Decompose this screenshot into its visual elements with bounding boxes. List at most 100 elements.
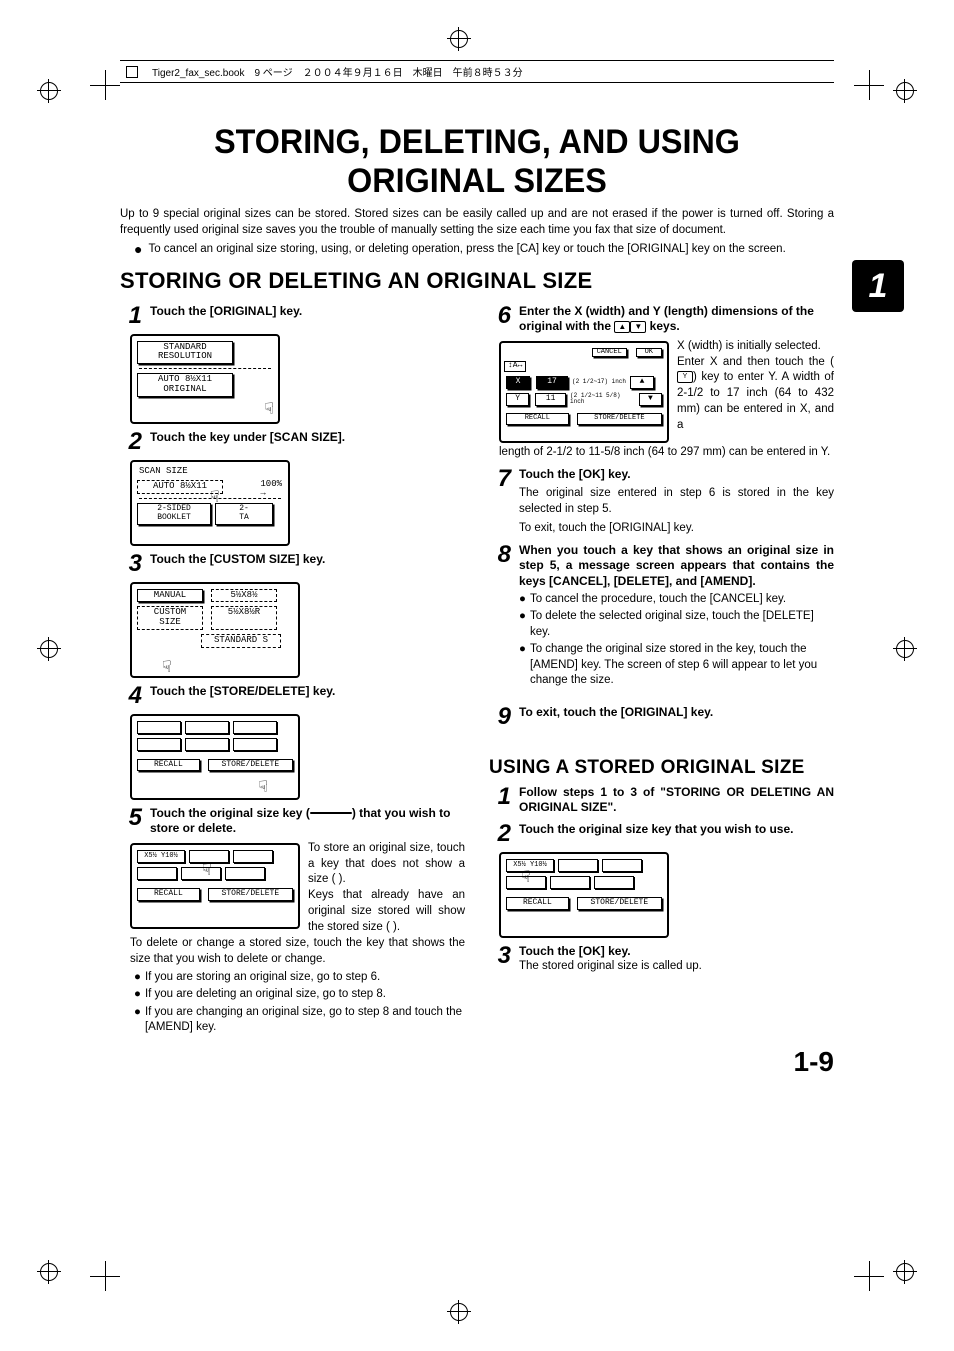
lcd-y-btn: Y [506, 393, 529, 406]
bullet-item: ●If you are changing an original size, g… [134, 1005, 465, 1036]
step-body-text: To exit, touch the [ORIGINAL] key. [519, 521, 834, 537]
step-6-below-text: length of 2-1/2 to 11-5/8 inch (64 to 29… [499, 445, 834, 461]
up-arrow-icon: ▲ [630, 376, 654, 389]
two-column-layout: 1 Touch the [ORIGINAL] key. STANDARDRESO… [120, 298, 834, 1038]
intro-bullet: ● To cancel an original size storing, us… [134, 242, 834, 258]
step-2: 2 Touch the key under [SCAN SIZE]. [120, 430, 465, 454]
intro-paragraph: Up to 9 special original sizes can be st… [120, 207, 834, 238]
header-strip-text: Tiger2_fax_sec.book 9 ページ ２００４年９月１６日 木曜日… [152, 64, 523, 79]
step-6-side-text: X (width) is initially selected. Enter X… [677, 339, 834, 445]
lcd-empty-slot [189, 850, 229, 863]
lcd-empty-slot [185, 738, 229, 751]
using-step-3: 3 Touch the [OK] key. The stored origina… [489, 944, 834, 975]
lcd-store-delete-btn: STORE/DELETE [208, 759, 293, 772]
step-1: 1 Touch the [ORIGINAL] key. [120, 304, 465, 328]
step-title: Touch the original size key ( ) that you… [150, 806, 450, 836]
lcd-empty-slot [233, 738, 277, 751]
step-title: To exit, touch the [ORIGINAL] key. [519, 705, 713, 719]
lcd-x-range: (2 1/2~17) inch [572, 379, 626, 386]
step-7: 7 Touch the [OK] key. The original size … [489, 467, 834, 537]
lcd-y-value: 11 [535, 393, 566, 406]
lcd-custom-btn: CUSTOM SIZE [137, 606, 203, 630]
figure-lcd-7: X5½ Y10½ RECALL STORE/DELETE ☟ [499, 852, 669, 938]
reg-mark-icon [40, 82, 58, 100]
cropmark-icon [854, 1261, 884, 1291]
step-number: 8 [489, 543, 511, 567]
step-number: 3 [120, 552, 142, 576]
step-title: Follow steps 1 to 3 of "STORING OR DELET… [519, 785, 834, 816]
lcd-size-preview: ↕A↔ [504, 361, 526, 372]
step-5-side-text: To store an original size, touch a key t… [308, 841, 465, 936]
section-title-using: USING A STORED ORIGINAL SIZE [489, 757, 834, 779]
lcd-recall-btn: RECALL [137, 759, 200, 772]
reg-mark-icon [896, 1263, 914, 1281]
figure-lcd-5: X5½ Y10½ RECALL STORE/DELETE ☟ [130, 843, 300, 934]
bullet-item: ●To change the original size stored in t… [519, 642, 834, 689]
lcd-empty-slot [137, 738, 181, 751]
step-body-text: The original size entered in step 6 is s… [519, 486, 834, 517]
lcd-empty-slot [594, 876, 634, 889]
bullet-dot-icon: ● [134, 242, 142, 258]
lcd-standard-btn: STANDARDRESOLUTION [137, 341, 233, 365]
hand-pointer-icon: ☟ [521, 870, 531, 888]
step-number: 6 [489, 304, 511, 328]
lcd-empty-slot [602, 859, 642, 872]
step-title: Touch the [OK] key. [519, 944, 631, 958]
step-6: 6 Enter the X (width) and Y (length) dim… [489, 304, 834, 335]
reg-mark-icon [40, 640, 58, 658]
hand-pointer-icon: ☟ [210, 490, 220, 508]
up-arrow-icon: ▲ [614, 321, 630, 333]
lcd-store-delete-btn: STORE/DELETE [577, 413, 662, 425]
step-5: 5 Touch the original size key ( ) that y… [120, 806, 465, 837]
reg-mark-icon [450, 1303, 468, 1321]
lcd-size-opt: 5½X8½R [211, 606, 277, 630]
section-title-storing: STORING OR DELETING AN ORIGINAL SIZE [120, 268, 834, 294]
bullet-item: ●To delete the selected original size, t… [519, 609, 834, 640]
page-body: Tiger2_fax_sec.book 9 ページ ２００４年９月１６日 木曜日… [120, 60, 834, 1038]
lcd-size-opt: 5½X8½ [211, 589, 277, 603]
reg-mark-icon [896, 640, 914, 658]
step-number: 3 [489, 944, 511, 968]
step-body-text: The stored original size is called up. [519, 959, 834, 975]
book-icon [126, 66, 138, 78]
step-number: 9 [489, 705, 511, 729]
bullet-item: ●If you are storing an original size, go… [134, 970, 465, 986]
lcd-store-delete-btn: STORE/DELETE [577, 897, 662, 910]
step-body-text: Keys that already have an original size … [308, 889, 465, 933]
figure-lcd-4: RECALL STORE/DELETE ☟ [130, 714, 300, 800]
lcd-y-range: (2 1/2~11 5/8) inch [570, 393, 635, 406]
using-step-1: 1 Follow steps 1 to 3 of "STORING OR DEL… [489, 785, 834, 816]
step-5-below-text: To delete or change a stored size, touch… [130, 936, 465, 968]
step-number: 2 [489, 822, 511, 846]
lcd-manual-btn: MANUAL [137, 589, 203, 603]
figure-lcd-2: SCAN SIZE AUTO 8½X11 100%→ 2-SIDED BOOKL… [130, 460, 290, 546]
reg-mark-icon [40, 1263, 58, 1281]
step-4: 4 Touch the [STORE/DELETE] key. [120, 684, 465, 708]
cropmark-icon [854, 70, 884, 100]
bullet-item: ●To cancel the procedure, touch the [CAN… [519, 592, 834, 608]
page-number: 1-9 [794, 1046, 834, 1078]
lcd-2sided-tablet: 2-TA [215, 503, 273, 525]
lcd-empty-slot [558, 859, 598, 872]
hand-pointer-icon: ☟ [258, 780, 268, 798]
step-number: 2 [120, 430, 142, 454]
page-title: STORING, DELETING, AND USING ORIGINAL SI… [138, 123, 816, 201]
step-body-text: To store an original size, touch a key t… [308, 842, 465, 886]
y-key-icon: Y [677, 371, 693, 383]
step-title: Touch the original size key that you wis… [519, 822, 794, 836]
figure-lcd-6: CANCEL OK ↕A↔ X 17 (2 1/2~17) inch ▲ [499, 341, 669, 443]
lcd-empty-slot [137, 867, 177, 880]
step-number: 5 [120, 806, 142, 830]
lcd-empty-slot [225, 867, 265, 880]
step-title: Touch the [ORIGINAL] key. [150, 304, 302, 318]
lcd-store-delete-btn: STORE/DELETE [208, 888, 293, 901]
step-number: 1 [120, 304, 142, 328]
lcd-x-value: 17 [536, 376, 568, 389]
step-title: Touch the key under [SCAN SIZE]. [150, 430, 345, 444]
figure-lcd-1: STANDARDRESOLUTION AUTO 8½X11ORIGINAL ☟ [130, 334, 280, 424]
lcd-original-btn: AUTO 8½X11ORIGINAL [137, 373, 233, 397]
right-column: 6 Enter the X (width) and Y (length) dim… [489, 298, 834, 1038]
lcd-size-opt: STANDARD S [201, 634, 281, 648]
lcd-empty-slot [233, 721, 277, 734]
lcd-2sided-booklet: 2-SIDED BOOKLET [137, 503, 211, 525]
